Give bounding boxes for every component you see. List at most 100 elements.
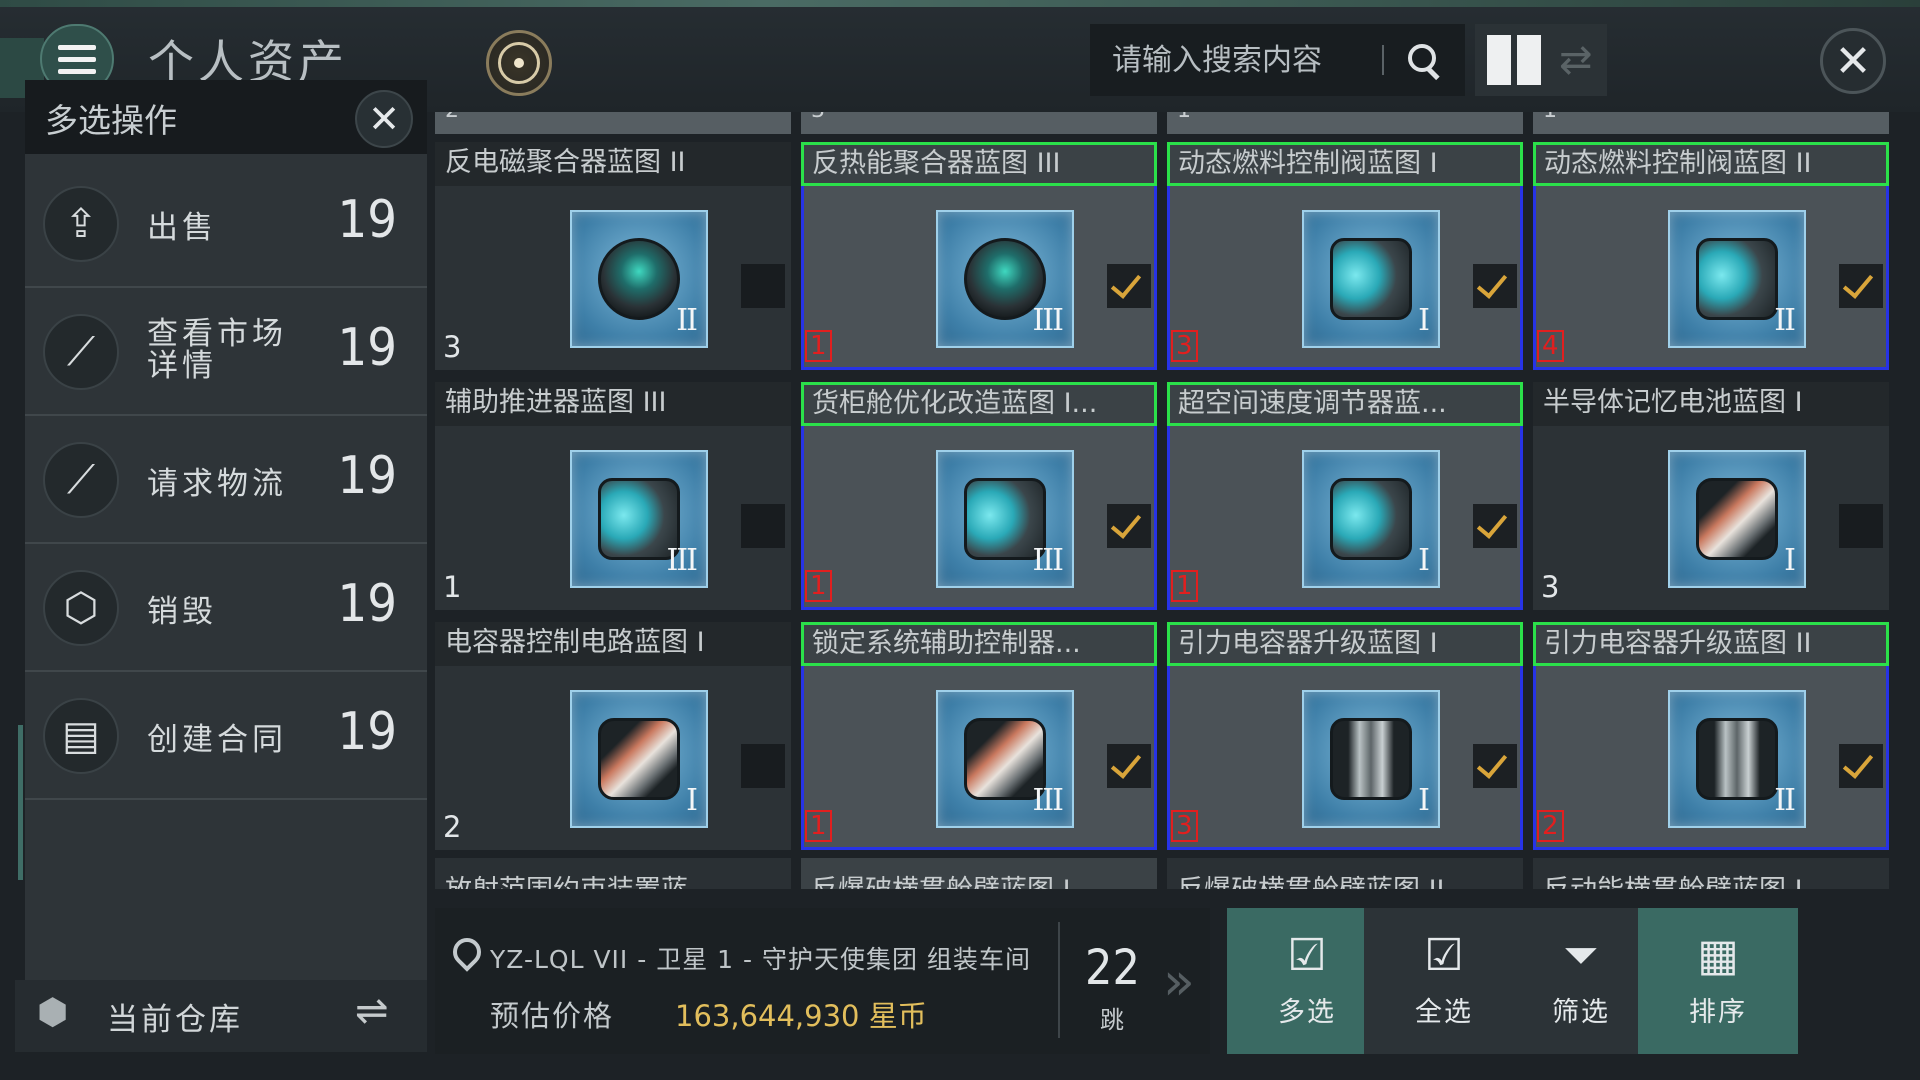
- action-create-contract[interactable]: ▤ 创建合同 19: [25, 672, 427, 800]
- item-name: 反热能聚合器蓝图 III: [801, 142, 1157, 186]
- panel-close-icon[interactable]: ✕: [355, 90, 413, 148]
- action-count: 19: [337, 190, 397, 250]
- item-card[interactable]: 超空间速度调节器蓝... I 1: [1167, 382, 1523, 610]
- grid-view-icon[interactable]: [1487, 35, 1541, 85]
- tier-rank: II: [1774, 783, 1796, 818]
- action-count: 19: [337, 318, 397, 378]
- module-core: [1330, 718, 1412, 800]
- select-checkbox[interactable]: [1473, 264, 1517, 308]
- select-checkbox[interactable]: [741, 504, 785, 548]
- module-core: [1330, 478, 1412, 560]
- jump-count: 22: [1085, 940, 1140, 996]
- partial-item-bottom[interactable]: 放射范围约束装置蓝: [435, 858, 791, 889]
- partial-item-bottom[interactable]: 反爆破横贯舱壁蓝图 II: [1167, 858, 1523, 889]
- tier-rank: III: [1032, 303, 1064, 338]
- market-chart-icon: ⟋: [43, 314, 119, 390]
- tier-rank: I: [1418, 783, 1430, 818]
- item-quantity: 2: [1537, 810, 1564, 842]
- item-card[interactable]: 反热能聚合器蓝图 III III 1: [801, 142, 1157, 370]
- filter-icon: ⏷: [1563, 929, 1599, 981]
- location-text: YZ-LQL VII - 卫星 1 - 守护天使集团 组装车间: [490, 945, 1031, 974]
- swap-view-icon[interactable]: ⇄: [1559, 40, 1593, 80]
- bottom-bar: YZ-LQL VII - 卫星 1 - 守护天使集团 组装车间 预估价格 163…: [430, 908, 1895, 1056]
- sell-upload-icon: ⇪: [43, 186, 119, 262]
- select-checkbox[interactable]: [741, 744, 785, 788]
- partial-item-bottom[interactable]: 反动能横贯舱壁蓝图 I: [1533, 858, 1889, 889]
- action-request-logistics[interactable]: ⟋ 请求物流 19: [25, 416, 427, 544]
- warehouse-label: 当前仓库: [107, 1002, 243, 1038]
- hamburger-icon: [58, 44, 96, 50]
- select-checkbox[interactable]: [1839, 264, 1883, 308]
- item-card[interactable]: 引力电容器升级蓝图 I I 3: [1167, 622, 1523, 850]
- module-core: [598, 238, 680, 320]
- destroy-cube-icon: ⬡: [43, 570, 119, 646]
- swap-warehouse-icon[interactable]: ⇌: [355, 988, 389, 1034]
- button-label: 全选: [1415, 996, 1473, 1028]
- blueprint-battery-can-icon: I: [1668, 450, 1806, 588]
- view-toggle[interactable]: ⇄: [1475, 24, 1607, 96]
- close-icon[interactable]: ✕: [1820, 28, 1886, 94]
- partial-item-top[interactable]: 1: [1167, 112, 1523, 134]
- double-chevron-right-icon[interactable]: »: [1163, 952, 1195, 1012]
- partial-item-top[interactable]: 1: [1533, 112, 1889, 134]
- item-card[interactable]: 辅助推进器蓝图 III III 1: [435, 382, 791, 610]
- top-accent-bar: [0, 0, 1920, 7]
- item-quantity: 4: [1537, 330, 1564, 362]
- select-checkbox[interactable]: [1473, 744, 1517, 788]
- partial-item-bottom[interactable]: 反爆破横贯舱壁蓝图 I: [801, 858, 1157, 889]
- item-name: 半导体记忆电池蓝图 I: [1533, 382, 1889, 426]
- item-name: 动态燃料控制阀蓝图 II: [1533, 142, 1889, 186]
- filter-button[interactable]: ⏷ 筛选: [1501, 908, 1661, 1054]
- select-checkbox[interactable]: [741, 264, 785, 308]
- item-card[interactable]: 引力电容器升级蓝图 II II 2: [1533, 622, 1889, 850]
- select-all-button[interactable]: ☑ 全选: [1364, 908, 1524, 1054]
- multi-select-button[interactable]: ☑ 多选: [1227, 908, 1387, 1054]
- action-destroy[interactable]: ⬡ 销毁 19: [25, 544, 427, 672]
- panel-scroll-indicator: [18, 725, 23, 880]
- contract-document-icon: ▤: [43, 698, 119, 774]
- select-checkbox[interactable]: [1107, 744, 1151, 788]
- select-checkbox[interactable]: [1839, 744, 1883, 788]
- blueprint-thruster-tube-icon: II: [1668, 210, 1806, 348]
- target-icon[interactable]: [486, 30, 552, 96]
- location-pin-icon: [453, 938, 477, 970]
- blueprint-battery-can-icon: III: [936, 690, 1074, 828]
- search-box[interactable]: [1090, 24, 1465, 96]
- partial-item-top[interactable]: 3: [801, 112, 1157, 134]
- blueprint-armor-plates-icon: II: [1668, 690, 1806, 828]
- item-name: 动态燃料控制阀蓝图 I: [1167, 142, 1523, 186]
- action-market-details[interactable]: ⟋ 查看市场详情 19: [25, 288, 427, 416]
- item-card[interactable]: 动态燃料控制阀蓝图 I I 3: [1167, 142, 1523, 370]
- search-input[interactable]: [1112, 42, 1382, 78]
- item-quantity: 1: [443, 570, 462, 604]
- select-checkbox[interactable]: [1473, 504, 1517, 548]
- jump-unit: 跳: [1100, 1006, 1124, 1034]
- item-quantity: 1: [1171, 570, 1198, 602]
- item-name: 引力电容器升级蓝图 II: [1533, 622, 1889, 666]
- item-card[interactable]: 半导体记忆电池蓝图 I I 3: [1533, 382, 1889, 610]
- item-quantity: 2: [443, 810, 462, 844]
- blueprint-thruster-tube-icon: III: [936, 450, 1074, 588]
- select-checkbox[interactable]: [1839, 504, 1883, 548]
- item-card[interactable]: 锁定系统辅助控制器... III 1: [801, 622, 1157, 850]
- item-card[interactable]: 电容器控制电路蓝图 I I 2: [435, 622, 791, 850]
- select-checkbox[interactable]: [1107, 264, 1151, 308]
- action-label: 出售: [147, 210, 217, 246]
- search-icon[interactable]: [1406, 42, 1442, 78]
- price-label: 预估价格: [490, 999, 615, 1033]
- select-checkbox[interactable]: [1107, 504, 1151, 548]
- tier-rank: I: [1418, 543, 1430, 578]
- sort-button[interactable]: ▦ 排序: [1638, 908, 1798, 1054]
- tier-rank: III: [1032, 783, 1064, 818]
- item-card[interactable]: 动态燃料控制阀蓝图 II II 4: [1533, 142, 1889, 370]
- item-name: 电容器控制电路蓝图 I: [435, 622, 791, 666]
- action-sell[interactable]: ⇪ 出售 19: [25, 160, 427, 288]
- item-card[interactable]: 货柜舱优化改造蓝图 I... III 1: [801, 382, 1157, 610]
- partial-item-top[interactable]: 2: [435, 112, 791, 134]
- select-all-icon: ☑: [1424, 929, 1464, 981]
- current-warehouse-button[interactable]: ⬢ 当前仓库 ⇌: [15, 980, 427, 1052]
- item-quantity: 1: [805, 810, 832, 842]
- location-info: YZ-LQL VII - 卫星 1 - 守护天使集团 组装车间 预估价格 163…: [435, 908, 1210, 1054]
- item-card[interactable]: 反电磁聚合器蓝图 II II 3: [435, 142, 791, 370]
- module-core: [1330, 238, 1412, 320]
